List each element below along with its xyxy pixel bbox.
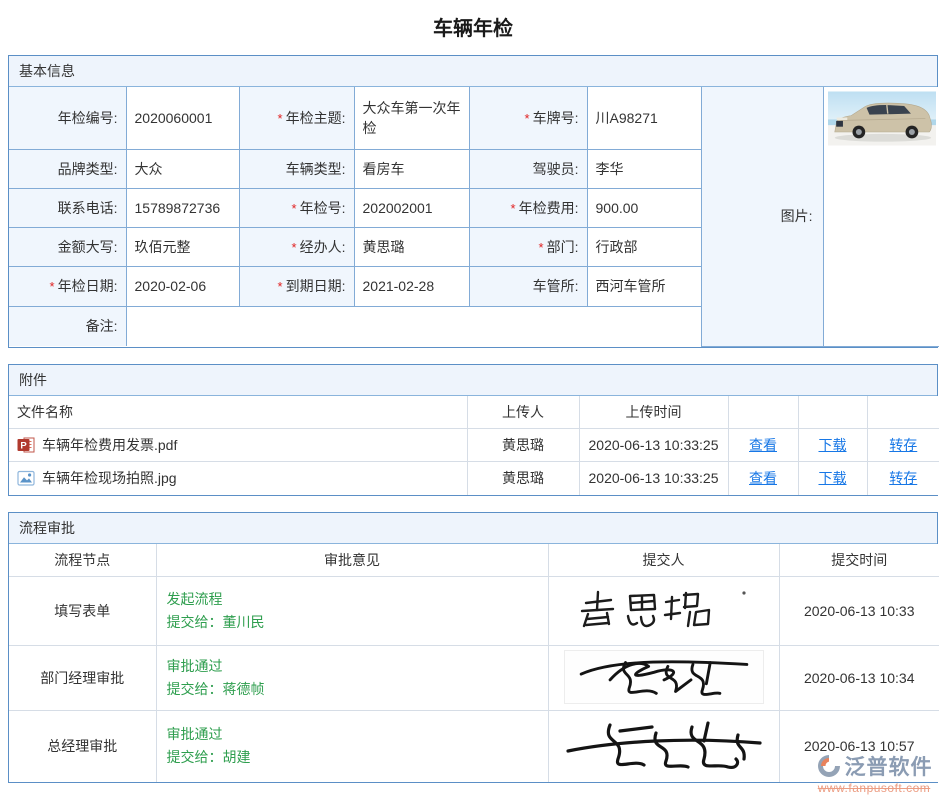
basic-info-table: 年检编号: 2020060001 *年检主题: 大众车第一次年检 *车牌号: 川… — [9, 87, 939, 347]
attachments-table: 文件名称 上传人 上传时间 P 车辆年检费用发票.pdf 黄思璐 — [9, 396, 939, 495]
field-label-remark: 备注: — [9, 306, 126, 346]
field-value-contact-phone: 15789872736 — [126, 188, 239, 227]
page-title: 车辆年检 — [0, 0, 946, 55]
field-label-plate-no: *车牌号: — [469, 87, 587, 149]
field-label-brand-type: 品牌类型: — [9, 149, 126, 188]
opinion-action: 审批通过 — [167, 655, 538, 678]
column-header-action-1 — [728, 396, 798, 429]
file-uploader: 黄思璐 — [467, 429, 579, 462]
photo-label: 图片: — [701, 87, 823, 346]
field-value-amount-in-words: 玖佰元整 — [126, 227, 239, 266]
basic-info-section: 基本信息 年检编号: 2020060001 *年检主题: 大众车第一次年检 *车… — [8, 55, 938, 348]
field-value-inspection-subject: 大众车第一次年检 — [354, 87, 469, 149]
submit-time: 2020-06-13 10:34 — [779, 646, 939, 711]
column-header-upload-time: 上传时间 — [579, 396, 728, 429]
field-label-vehicle-type: 车辆类型: — [239, 149, 354, 188]
column-header-flow-node: 流程节点 — [9, 544, 156, 577]
vendor-watermark: 泛普软件 www.fanpusoft.com — [804, 751, 944, 795]
required-asterisk: * — [278, 111, 283, 126]
attachment-row: 车辆年检现场拍照.jpg 黄思璐 2020-06-13 10:33:25 查看 … — [9, 462, 939, 495]
attachment-row: P 车辆年检费用发票.pdf 黄思璐 2020-06-13 10:33:25 查… — [9, 429, 939, 462]
field-value-inspection-fee: 900.00 — [587, 188, 701, 227]
save-as-link[interactable]: 转存 — [889, 470, 917, 486]
approval-section-title: 流程审批 — [9, 513, 937, 544]
approval-row: 总经理审批 审批通过 提交给：胡建 2 — [9, 711, 939, 782]
fanpu-logo-icon — [816, 753, 842, 779]
attachments-section: 附件 文件名称 上传人 上传时间 P 车 — [8, 364, 938, 496]
field-label-dmv-office: 车管所: — [469, 266, 587, 306]
handwritten-signature — [564, 650, 764, 704]
field-value-plate-no: 川A98271 — [587, 87, 701, 149]
field-label-driver: 驾驶员: — [469, 149, 587, 188]
field-label-inspection-number: *年检号: — [239, 188, 354, 227]
opinion-submit-to: 提交给：董川民 — [167, 611, 538, 634]
pdf-file-icon: P — [17, 436, 35, 454]
column-header-uploader: 上传人 — [467, 396, 579, 429]
field-label-amount-in-words: 金额大写: — [9, 227, 126, 266]
field-value-expiry-date: 2021-02-28 — [354, 266, 469, 306]
field-value-inspection-date: 2020-02-06 — [126, 266, 239, 306]
file-upload-time: 2020-06-13 10:33:25 — [579, 429, 728, 462]
column-header-action-3 — [867, 396, 939, 429]
field-value-driver: 李华 — [587, 149, 701, 188]
view-link[interactable]: 查看 — [749, 437, 777, 453]
download-link[interactable]: 下载 — [819, 437, 847, 453]
handwritten-signature — [558, 715, 770, 775]
opinion-action: 发起流程 — [167, 588, 538, 611]
field-value-brand-type: 大众 — [126, 149, 239, 188]
flow-node: 总经理审批 — [9, 711, 156, 782]
submit-time: 2020-06-13 10:33 — [779, 577, 939, 646]
opinion-submit-to: 提交给：蒋德帧 — [167, 678, 538, 701]
flow-node: 部门经理审批 — [9, 646, 156, 711]
column-header-submit-time: 提交时间 — [779, 544, 939, 577]
field-label-inspection-subject: *年检主题: — [239, 87, 354, 149]
column-header-file-name: 文件名称 — [9, 396, 467, 429]
approval-row: 部门经理审批 审批通过 提交给：蒋德帧 2020-06-13 1 — [9, 646, 939, 711]
file-uploader: 黄思璐 — [467, 462, 579, 495]
field-label-inspection-no: 年检编号: — [9, 87, 126, 149]
image-file-icon — [17, 469, 35, 487]
field-value-inspection-no: 2020060001 — [126, 87, 239, 149]
vehicle-photo-cell — [823, 87, 939, 346]
field-label-inspection-fee: *年检费用: — [469, 188, 587, 227]
file-name: 车辆年检费用发票.pdf — [42, 435, 177, 455]
column-header-action-2 — [798, 396, 867, 429]
save-as-link[interactable]: 转存 — [889, 437, 917, 453]
required-asterisk: * — [525, 111, 530, 126]
field-value-vehicle-type: 看房车 — [354, 149, 469, 188]
handwritten-signature — [578, 588, 750, 632]
file-upload-time: 2020-06-13 10:33:25 — [579, 462, 728, 495]
field-value-inspection-number: 202002001 — [354, 188, 469, 227]
download-link[interactable]: 下载 — [819, 470, 847, 486]
opinion-action: 审批通过 — [167, 723, 538, 746]
basic-info-section-title: 基本信息 — [9, 56, 937, 87]
vehicle-photo — [828, 91, 936, 146]
attachments-section-title: 附件 — [9, 365, 937, 396]
opinion-submit-to: 提交给：胡建 — [167, 746, 538, 769]
field-label-handler: *经办人: — [239, 227, 354, 266]
vendor-url: www.fanpusoft.com — [804, 781, 944, 795]
field-value-dmv-office: 西河车管所 — [587, 266, 701, 306]
view-link[interactable]: 查看 — [749, 470, 777, 486]
column-header-approval-opinion: 审批意见 — [156, 544, 548, 577]
field-value-department: 行政部 — [587, 227, 701, 266]
approval-section: 流程审批 流程节点 审批意见 提交人 提交时间 填写表单 发起流程 提交给：董川… — [8, 512, 938, 783]
file-name: 车辆年检现场拍照.jpg — [42, 468, 177, 488]
approval-row: 填写表单 发起流程 提交给：董川民 — [9, 577, 939, 646]
flow-node: 填写表单 — [9, 577, 156, 646]
field-value-remark — [126, 306, 701, 346]
field-label-expiry-date: *到期日期: — [239, 266, 354, 306]
vendor-brand-name: 泛普软件 — [845, 751, 933, 781]
field-label-inspection-date: *年检日期: — [9, 266, 126, 306]
field-value-handler: 黄思璐 — [354, 227, 469, 266]
field-label-contact-phone: 联系电话: — [9, 188, 126, 227]
approval-table: 流程节点 审批意见 提交人 提交时间 填写表单 发起流程 提交给：董川民 — [9, 544, 939, 782]
field-label-department: *部门: — [469, 227, 587, 266]
column-header-submitter: 提交人 — [548, 544, 779, 577]
svg-text:P: P — [20, 441, 27, 452]
